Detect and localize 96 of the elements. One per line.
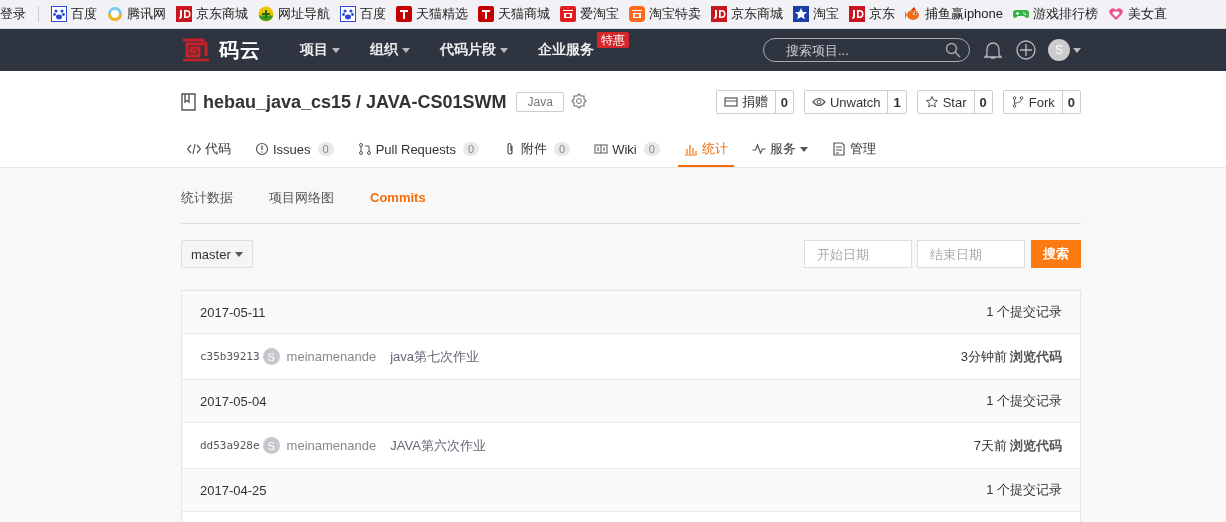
bookmark-link[interactable]: 淘宝 bbox=[793, 5, 839, 23]
commit-time: 7天前 bbox=[973, 436, 1007, 455]
star-icon bbox=[924, 95, 939, 109]
commit-hash[interactable]: dd53a928e bbox=[200, 439, 260, 452]
repo-tab[interactable]: 服务 bbox=[745, 133, 814, 167]
action-count: 1 bbox=[887, 91, 906, 113]
document-icon bbox=[831, 142, 846, 156]
card-icon bbox=[723, 95, 738, 109]
branch-dropdown[interactable]: master bbox=[181, 240, 253, 268]
repo-action-button[interactable]: Star 0 bbox=[916, 90, 993, 114]
browse-code-link[interactable]: 浏览代码 bbox=[1010, 436, 1062, 455]
fish-icon bbox=[905, 6, 921, 22]
bookmark-link[interactable]: 游戏排行榜 bbox=[1013, 5, 1099, 23]
pulse-icon bbox=[751, 142, 766, 156]
end-date-field[interactable]: 结束日期 bbox=[917, 240, 1025, 268]
repo-title[interactable]: hebau_java_cs15 / JAVA-CS01SWM bbox=[203, 91, 507, 113]
notification-icon[interactable] bbox=[984, 40, 1002, 60]
promo-badge: 特惠 bbox=[597, 32, 629, 48]
bookmark-link[interactable]: 天猫商城 bbox=[478, 5, 550, 23]
commit-message[interactable]: java第七次作业 bbox=[390, 347, 480, 366]
t-icon bbox=[478, 6, 494, 22]
sub-tab[interactable]: 统计数据 bbox=[181, 188, 233, 207]
plus-icon[interactable] bbox=[1016, 40, 1036, 60]
count-badge: 0 bbox=[317, 142, 334, 156]
commit-date: 2017-05-04 bbox=[200, 393, 267, 409]
count-badge: 0 bbox=[554, 142, 571, 156]
issue-icon bbox=[255, 142, 269, 156]
bookmark-link[interactable]: 百度 bbox=[51, 5, 97, 23]
commit-count: 1 个提交记录 bbox=[986, 303, 1062, 321]
bookmark-link[interactable]: 京东商城 bbox=[176, 5, 248, 23]
bookmark-link[interactable]: 天猫精选 bbox=[396, 5, 468, 23]
repo-action-button[interactable]: Unwatch 1 bbox=[803, 90, 907, 114]
code-icon bbox=[187, 142, 201, 156]
commit-author[interactable]: meinamenande bbox=[286, 438, 377, 453]
repo-tab[interactable]: 代码 bbox=[181, 133, 237, 167]
book-icon bbox=[594, 142, 609, 156]
paw-icon bbox=[51, 6, 67, 22]
search-icon bbox=[945, 42, 961, 58]
jd-icon bbox=[176, 6, 192, 22]
sub-tab[interactable]: 项目网络图 bbox=[269, 188, 334, 207]
repo-action-button[interactable]: Fork 0 bbox=[1002, 90, 1081, 114]
caret-icon bbox=[234, 251, 243, 257]
language-tag[interactable]: Java bbox=[516, 92, 564, 112]
commit-author[interactable]: meinamenande bbox=[286, 349, 377, 364]
author-avatar: S bbox=[262, 348, 280, 365]
bookmark-link[interactable]: 网址导航 bbox=[258, 5, 330, 23]
action-count: 0 bbox=[973, 91, 992, 113]
fork-icon bbox=[1010, 95, 1025, 109]
eye-icon bbox=[811, 95, 826, 109]
plus-icon bbox=[258, 6, 274, 22]
bookmark-link[interactable]: 京东商城 bbox=[711, 5, 783, 23]
jd-icon bbox=[711, 6, 727, 22]
repo-icon bbox=[181, 93, 197, 111]
count-badge: 0 bbox=[462, 142, 480, 156]
action-count: 0 bbox=[1061, 91, 1080, 113]
search-field[interactable]: 搜索项目... bbox=[763, 38, 970, 62]
commit-hash[interactable]: c35b39213 bbox=[200, 350, 260, 363]
repo-tab[interactable]: 附件 0 bbox=[497, 133, 577, 167]
t-icon bbox=[396, 6, 412, 22]
nav-menu-item[interactable]: 企业服务 bbox=[523, 29, 594, 71]
nav-menu-item[interactable]: 代码片段 bbox=[425, 29, 523, 71]
commit-count: 1 个提交记录 bbox=[986, 392, 1062, 410]
browse-code-link[interactable]: 浏览代码 bbox=[1010, 347, 1062, 366]
commit-date: 2017-04-25 bbox=[200, 482, 267, 498]
bookmark-link[interactable]: 美女直 bbox=[1108, 5, 1168, 23]
bookmark-link[interactable]: 捕鱼赢iphone bbox=[905, 5, 1004, 23]
bookmark-link[interactable]: 淘宝特卖 bbox=[629, 5, 701, 23]
repo-tab[interactable]: Issues 0 bbox=[249, 133, 340, 167]
login-link[interactable]: 登录 bbox=[0, 5, 26, 23]
star-icon bbox=[793, 6, 809, 22]
bookmark-link[interactable]: 爱淘宝 bbox=[560, 5, 619, 23]
commit-count: 1 个提交记录 bbox=[986, 481, 1062, 499]
jd-icon bbox=[849, 6, 865, 22]
logo-text[interactable]: 码云 bbox=[219, 36, 261, 64]
nav-menu-item[interactable]: 组织 bbox=[355, 29, 425, 71]
repo-tab[interactable]: 管理 bbox=[825, 133, 882, 167]
caret-icon bbox=[1073, 47, 1081, 53]
bookmark-link[interactable]: 百度 bbox=[340, 5, 386, 23]
repo-action-button[interactable]: 捐赠 0 bbox=[715, 90, 794, 114]
nav-menu-item[interactable]: 项目 bbox=[285, 29, 355, 71]
heart-icon bbox=[1108, 6, 1125, 22]
count-badge: 0 bbox=[643, 142, 660, 156]
merge-icon bbox=[357, 142, 372, 156]
action-count: 0 bbox=[774, 91, 793, 113]
ring-icon bbox=[107, 6, 123, 22]
repo-tab[interactable]: Wiki 0 bbox=[588, 133, 666, 167]
start-date-field[interactable]: 开始日期 bbox=[804, 240, 912, 268]
commit-message[interactable]: JAVA第六次作业 bbox=[390, 436, 486, 455]
commit-time: 3分钟前 bbox=[960, 347, 1007, 366]
author-avatar: S bbox=[262, 437, 280, 454]
repo-tab[interactable]: Pull Requests 0 bbox=[351, 133, 486, 167]
paw-icon bbox=[340, 6, 356, 22]
bar-chart-icon bbox=[683, 142, 698, 156]
bookmark-link[interactable]: 腾讯网 bbox=[107, 5, 166, 23]
commit-date: 2017-05-11 bbox=[200, 304, 266, 320]
bookmark-link[interactable]: 京东 bbox=[849, 5, 895, 23]
